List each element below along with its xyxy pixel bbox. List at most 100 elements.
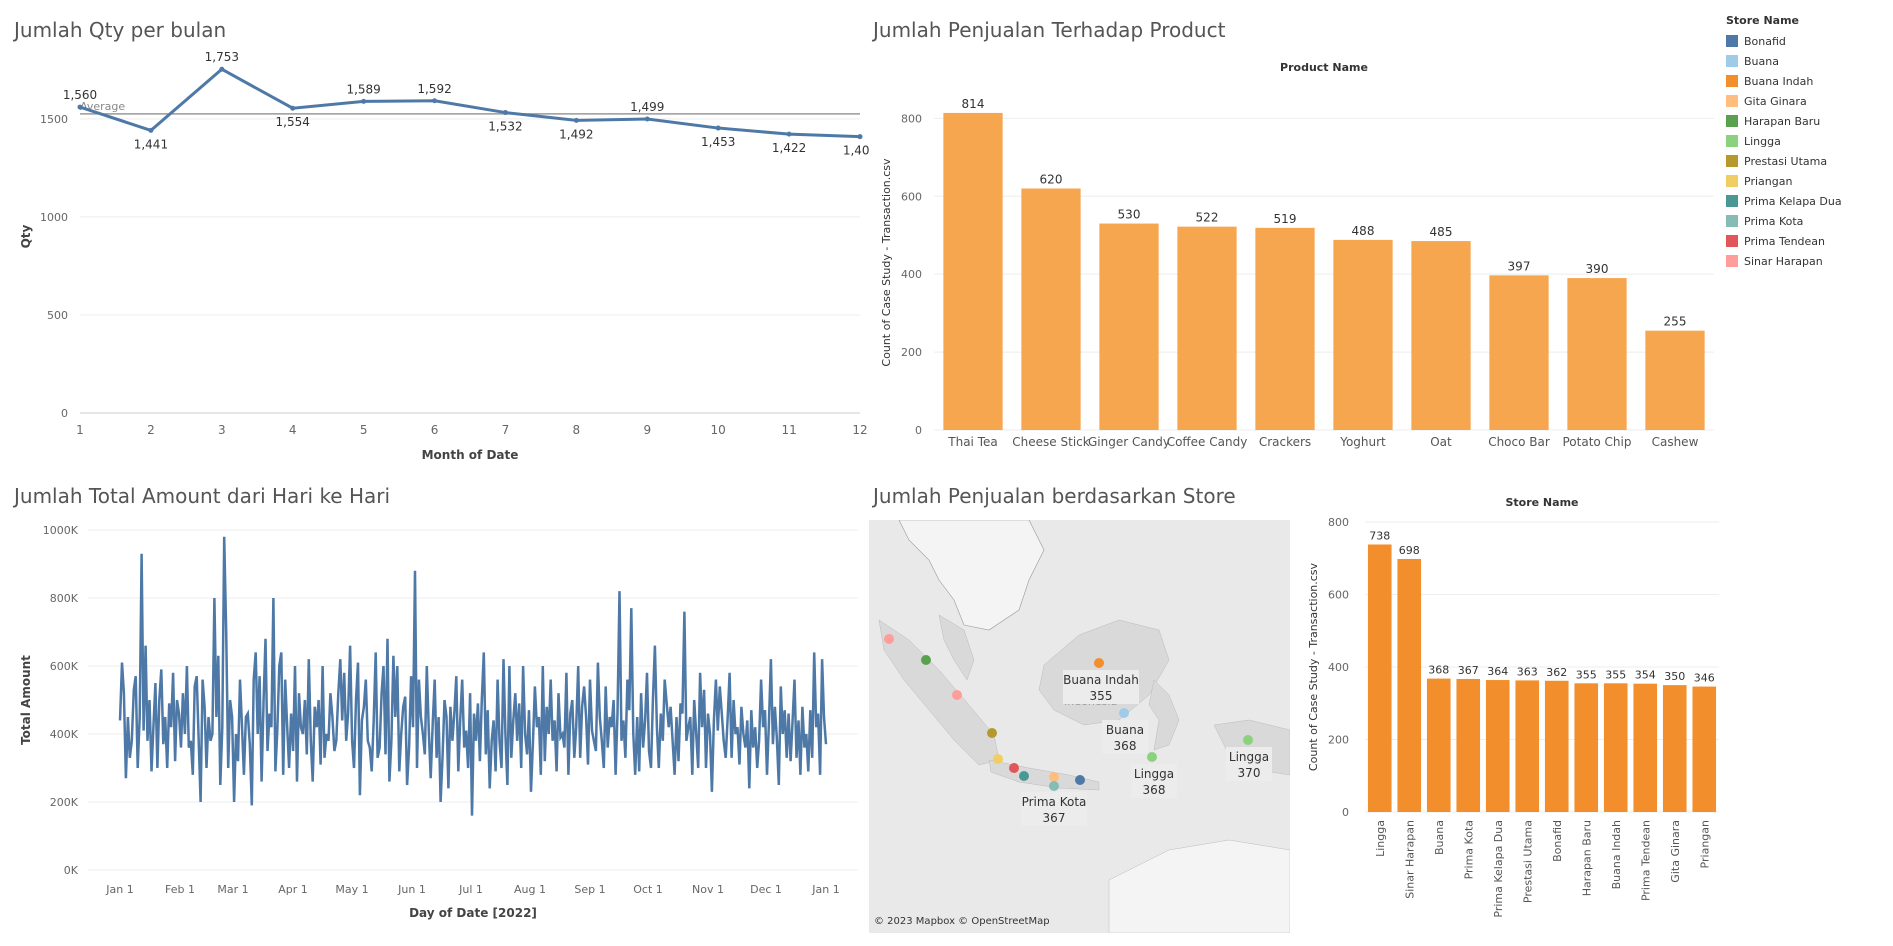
category-label: Prima Kelapa Dua bbox=[1492, 820, 1505, 918]
svg-text:368: 368 bbox=[1143, 783, 1166, 797]
legend-swatch bbox=[1726, 135, 1738, 147]
store-point-buana[interactable] bbox=[1119, 708, 1129, 718]
legend-item[interactable]: Prima Tendean bbox=[1726, 231, 1886, 251]
legend-item[interactable]: Harapan Baru bbox=[1726, 111, 1886, 131]
legend-item[interactable]: Buana Indah bbox=[1726, 71, 1886, 91]
store-point-prima-tendean[interactable] bbox=[1009, 763, 1019, 773]
qty-point bbox=[432, 98, 438, 104]
x-tick-label: 4 bbox=[289, 423, 297, 437]
category-label: Potato Chip bbox=[1562, 435, 1631, 449]
legend-label: Priangan bbox=[1744, 174, 1793, 188]
store-map[interactable]: Indonesia Buana Indah 355 Buana 368 Ling… bbox=[869, 520, 1290, 933]
map-credit: © 2023 Mapbox © OpenStreetMap bbox=[874, 916, 1050, 927]
bar-value-label: 368 bbox=[1428, 664, 1449, 677]
store-point-sinar-harapan-2[interactable] bbox=[952, 690, 962, 700]
product-bar bbox=[1645, 330, 1705, 430]
legend-label: Lingga bbox=[1744, 134, 1781, 148]
store-point-prima-kota[interactable] bbox=[1049, 781, 1059, 791]
legend-label: Sinar Harapan bbox=[1744, 254, 1823, 268]
category-label: Prima Kota bbox=[1462, 820, 1475, 879]
legend-item[interactable]: Priangan bbox=[1726, 171, 1886, 191]
store-point-gita-ginara[interactable] bbox=[1049, 772, 1059, 782]
category-label: Crackers bbox=[1259, 435, 1311, 449]
landmass-java bbox=[988, 759, 1100, 791]
qty-data-label: 1,532 bbox=[488, 120, 522, 134]
x-tick-label: Aug 1 bbox=[514, 883, 546, 896]
x-tick-label: 3 bbox=[218, 423, 226, 437]
legend-item[interactable]: Gita Ginara bbox=[1726, 91, 1886, 111]
product-bar bbox=[1489, 275, 1549, 430]
legend-item[interactable]: Buana bbox=[1726, 51, 1886, 71]
landmass-indochina bbox=[898, 520, 1045, 631]
x-tick-label: 9 bbox=[643, 423, 651, 437]
bar-value-label: 522 bbox=[1196, 211, 1219, 225]
category-label: Oat bbox=[1430, 435, 1452, 449]
y-tick-label: 600 bbox=[901, 190, 922, 203]
qty-point bbox=[361, 98, 367, 104]
store-point-bonafid[interactable] bbox=[1075, 775, 1085, 785]
legend-item[interactable]: Lingga bbox=[1726, 131, 1886, 151]
x-tick-label: 12 bbox=[852, 423, 867, 437]
svg-text:Buana: Buana bbox=[1106, 723, 1144, 737]
map-label-buana: Buana 368 bbox=[1102, 720, 1148, 754]
category-label: Harapan Baru bbox=[1580, 820, 1593, 896]
bar-value-label: 814 bbox=[962, 97, 985, 111]
y-tick-label: 0K bbox=[64, 864, 79, 877]
legend-label: Buana Indah bbox=[1744, 74, 1814, 88]
store-bar bbox=[1662, 685, 1687, 812]
qty-data-label: 1,499 bbox=[630, 100, 664, 114]
qty-data-label: 1,422 bbox=[772, 141, 806, 155]
y-tick-label: 500 bbox=[47, 309, 68, 322]
store-chart-title: Jumlah Penjualan berdasarkan Store bbox=[873, 484, 1236, 508]
category-label: Prestasi Utama bbox=[1521, 820, 1534, 903]
legend-item[interactable]: Bonafid bbox=[1726, 31, 1886, 51]
bar-value-label: 488 bbox=[1352, 224, 1375, 238]
store-point-sinar-harapan[interactable] bbox=[884, 634, 894, 644]
legend-swatch bbox=[1726, 175, 1738, 187]
product-bar bbox=[1333, 239, 1393, 430]
store-bar bbox=[1544, 680, 1569, 812]
legend-swatch bbox=[1726, 115, 1738, 127]
legend-label: Prima Tendean bbox=[1744, 234, 1826, 248]
product-bar bbox=[1411, 241, 1471, 430]
x-tick-label: Dec 1 bbox=[750, 883, 782, 896]
store-point-lingga[interactable] bbox=[1147, 752, 1157, 762]
legend-label: Prestasi Utama bbox=[1744, 154, 1828, 168]
bar-value-label: 350 bbox=[1664, 670, 1685, 683]
legend-item[interactable]: Prestasi Utama bbox=[1726, 151, 1886, 171]
map-label-lingga-2: Lingga 370 bbox=[1226, 747, 1272, 781]
svg-text:Prima Kota: Prima Kota bbox=[1022, 795, 1087, 809]
bar-value-label: 530 bbox=[1118, 208, 1141, 222]
store-bar bbox=[1692, 686, 1717, 812]
store-point-priangan[interactable] bbox=[993, 754, 1003, 764]
category-label: Cheese Stick bbox=[1012, 435, 1089, 449]
store-point-prima-kelapa-dua[interactable] bbox=[1019, 771, 1029, 781]
y-tick-label: 400 bbox=[901, 268, 922, 281]
store-bar bbox=[1456, 678, 1481, 812]
legend-item[interactable]: Prima Kelapa Dua bbox=[1726, 191, 1886, 211]
legend-label: Harapan Baru bbox=[1744, 114, 1821, 128]
category-label: Yoghurt bbox=[1339, 435, 1386, 449]
bar-value-label: 620 bbox=[1040, 172, 1063, 186]
legend-label: Gita Ginara bbox=[1744, 94, 1807, 108]
chart-header: Store Name bbox=[1505, 496, 1578, 509]
x-tick-label: 10 bbox=[711, 423, 726, 437]
store-point-harapan-baru[interactable] bbox=[921, 655, 931, 665]
qty-point bbox=[502, 110, 508, 116]
qty-data-label: 1,753 bbox=[205, 50, 239, 64]
qty-data-label: 1,589 bbox=[346, 82, 380, 96]
legend-item[interactable]: Sinar Harapan bbox=[1726, 251, 1886, 271]
store-point-buana-indah[interactable] bbox=[1094, 658, 1104, 668]
store-point-prestasi-utama[interactable] bbox=[987, 728, 997, 738]
store-point-lingga-2[interactable] bbox=[1243, 735, 1253, 745]
bar-value-label: 367 bbox=[1458, 664, 1479, 677]
qty-point bbox=[715, 125, 721, 131]
x-tick-label: Apr 1 bbox=[278, 883, 308, 896]
bar-value-label: 355 bbox=[1576, 668, 1597, 681]
legend-swatch bbox=[1726, 255, 1738, 267]
legend-item[interactable]: Prima Kota bbox=[1726, 211, 1886, 231]
legend-swatch bbox=[1726, 195, 1738, 207]
x-tick-label: Jan 1 bbox=[811, 883, 839, 896]
y-tick-label: 800K bbox=[50, 592, 79, 605]
qty-point bbox=[786, 131, 792, 137]
